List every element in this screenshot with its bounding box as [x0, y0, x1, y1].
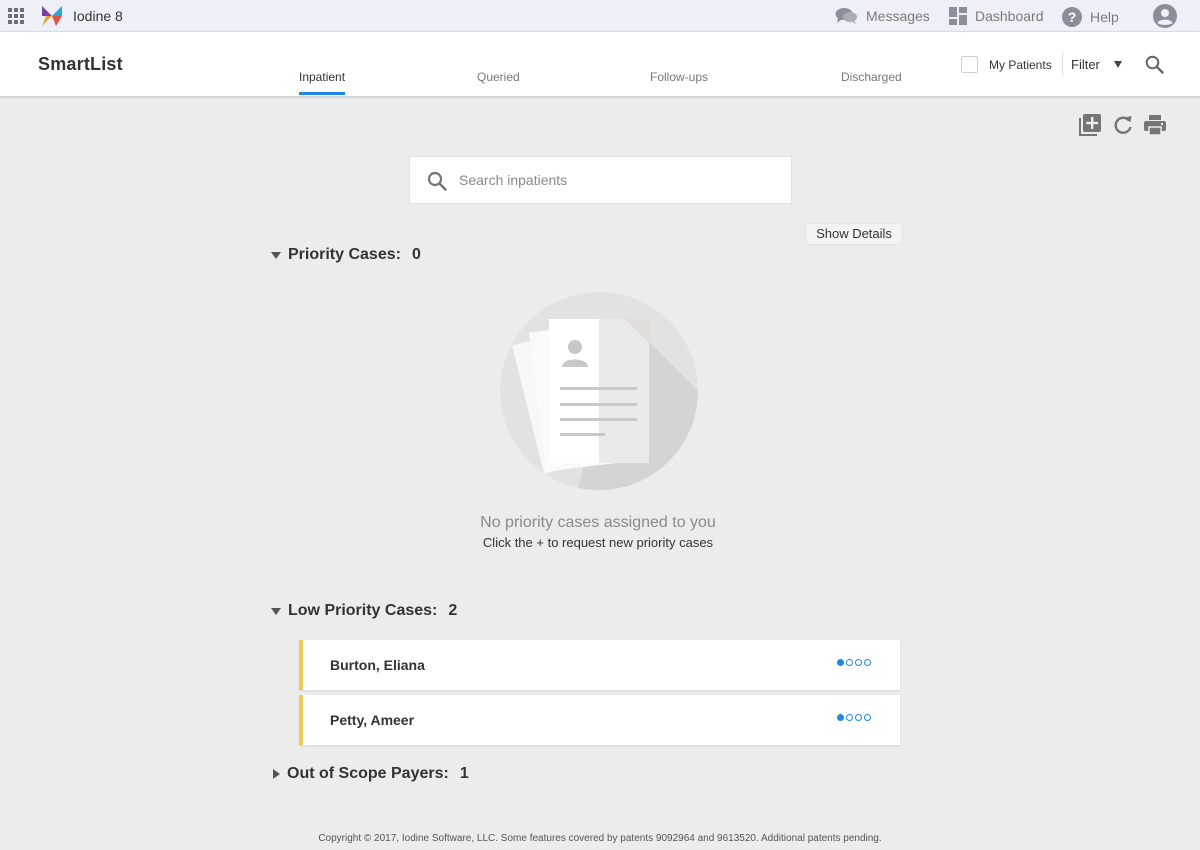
- help-label: Help: [1090, 9, 1119, 25]
- dashboard-icon: [949, 7, 967, 25]
- my-patients-checkbox[interactable]: [961, 56, 978, 73]
- refresh-icon[interactable]: [1113, 114, 1133, 136]
- low-priority-cases-count: 2: [448, 602, 458, 619]
- progress-dot: [837, 714, 844, 721]
- add-case-icon[interactable]: [1079, 114, 1101, 136]
- empty-state-title: No priority cases assigned to you: [480, 514, 716, 531]
- priority-cases-header[interactable]: Priority Cases: 0: [271, 246, 421, 264]
- filter-label: Filter: [1071, 56, 1100, 72]
- progress-dot: [837, 659, 844, 666]
- copyright-footer: Copyright © 2017, Iodine Software, LLC. …: [318, 833, 882, 844]
- progress-dots: [837, 714, 871, 721]
- patient-name: Burton, Eliana: [330, 657, 425, 673]
- progress-dot: [864, 714, 871, 721]
- svg-text:?: ?: [1068, 9, 1077, 25]
- search-inpatients-box: [409, 156, 792, 204]
- top-bar: Iodine 8 Messages Dashboard ? Help: [0, 0, 1200, 32]
- low-priority-cases-header[interactable]: Low Priority Cases: 2: [271, 602, 457, 620]
- patient-name: Petty, Ameer: [330, 712, 415, 728]
- priority-cases-label: Priority Cases:: [288, 246, 401, 263]
- progress-dots: [837, 659, 871, 666]
- iodine-logo-icon: [42, 6, 62, 26]
- print-icon[interactable]: [1144, 114, 1166, 136]
- document-illustration: [500, 292, 698, 490]
- out-of-scope-payers-count: 1: [459, 765, 469, 782]
- page-title: SmartList: [38, 54, 123, 74]
- apps-grid-icon[interactable]: [8, 8, 24, 24]
- messages-icon: [835, 8, 857, 24]
- progress-dot: [846, 659, 853, 666]
- out-of-scope-payers-label: Out of Scope Payers:: [287, 765, 449, 782]
- expand-triangle-icon: [273, 769, 280, 779]
- case-card[interactable]: Petty, Ameer: [299, 695, 900, 745]
- my-patients-toggle[interactable]: My Patients: [961, 56, 1052, 73]
- tab-queried[interactable]: Queried: [477, 70, 520, 84]
- filter-dropdown[interactable]: Filter: [1062, 53, 1122, 75]
- dashboard-label: Dashboard: [975, 8, 1044, 24]
- collapse-triangle-icon: [271, 251, 281, 259]
- empty-state-subtitle: Click the + to request new priority case…: [482, 535, 714, 550]
- progress-dot: [855, 659, 862, 666]
- my-patients-label: My Patients: [989, 57, 1052, 72]
- progress-dot: [846, 714, 853, 721]
- tab-inpatient[interactable]: Inpatient: [299, 70, 345, 84]
- active-tab-indicator: [299, 92, 345, 95]
- collapse-triangle-icon: [271, 607, 281, 615]
- show-details-button[interactable]: Show Details: [805, 223, 903, 245]
- priority-cases-count: 0: [411, 246, 421, 263]
- search-icon: [427, 171, 447, 191]
- account-icon[interactable]: [1153, 4, 1177, 28]
- tab-follow-ups[interactable]: Follow-ups: [650, 70, 708, 84]
- app-title: Iodine 8: [73, 8, 123, 24]
- out-of-scope-payers-header[interactable]: Out of Scope Payers: 1: [271, 765, 469, 783]
- progress-dot: [855, 714, 862, 721]
- messages-link[interactable]: Messages: [835, 7, 930, 25]
- case-card[interactable]: Burton, Eliana: [299, 640, 900, 690]
- progress-dot: [864, 659, 871, 666]
- search-input[interactable]: [459, 169, 779, 191]
- dashboard-link[interactable]: Dashboard: [949, 7, 1044, 25]
- help-link[interactable]: ? Help: [1062, 7, 1119, 27]
- chevron-down-icon: [1113, 60, 1122, 68]
- messages-label: Messages: [866, 8, 930, 24]
- low-priority-cases-label: Low Priority Cases:: [288, 602, 438, 619]
- tab-discharged[interactable]: Discharged: [841, 70, 902, 84]
- page-header: SmartList Inpatient Queried Follow-ups D…: [0, 32, 1200, 96]
- search-icon[interactable]: [1145, 55, 1164, 74]
- help-icon: ?: [1062, 7, 1082, 27]
